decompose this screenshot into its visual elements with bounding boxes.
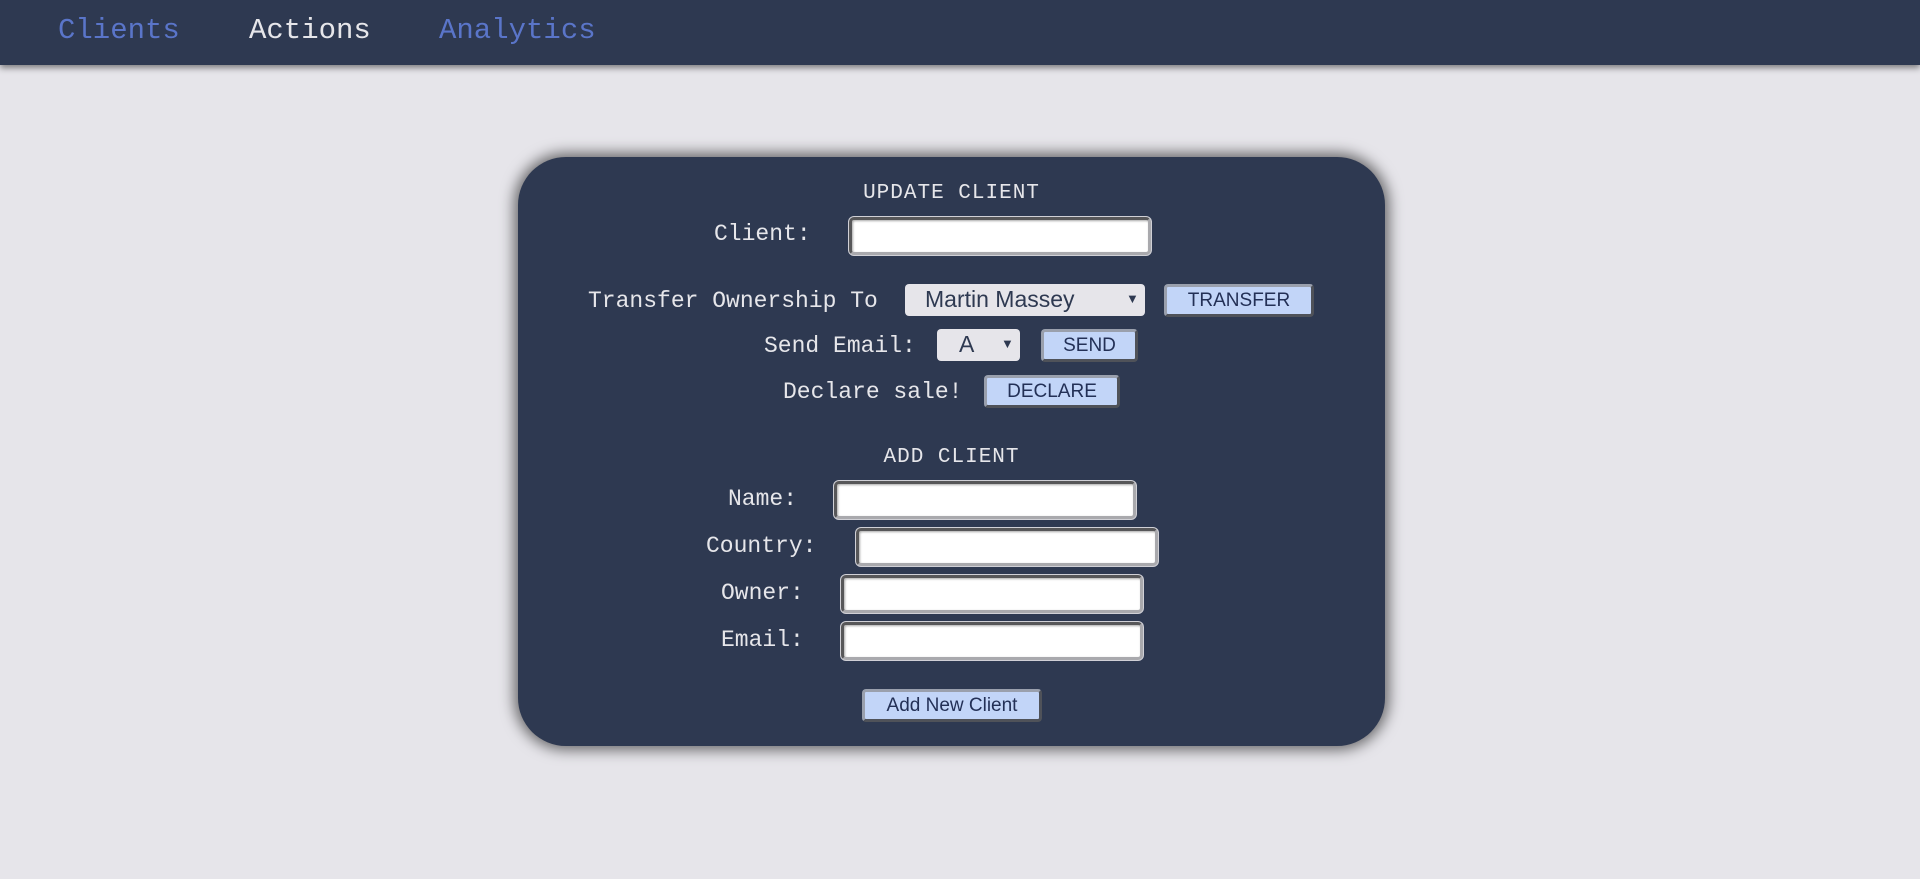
country-input[interactable] (856, 528, 1158, 566)
transfer-owner-selected: Martin Massey (925, 286, 1075, 312)
update-client-heading: UPDATE CLIENT (863, 182, 1040, 205)
email-template-selected: A (959, 331, 975, 357)
email-template-select[interactable]: A ▼ (937, 329, 1020, 361)
actions-panel: UPDATE CLIENT Client: Transfer Ownership… (518, 157, 1385, 746)
name-input[interactable] (834, 481, 1136, 519)
country-label: Country: (706, 533, 817, 559)
transfer-ownership-label: Transfer Ownership To (588, 288, 878, 314)
owner-label: Owner: (721, 580, 804, 606)
send-email-label: Send Email: (764, 333, 916, 359)
add-client-heading: ADD CLIENT (883, 446, 1020, 469)
nav-link-clients[interactable]: Clients (58, 14, 180, 48)
transfer-owner-select[interactable]: Martin Massey ▼ (905, 284, 1145, 316)
declare-sale-label: Declare sale! (783, 379, 963, 405)
name-label: Name: (728, 486, 798, 512)
nav-link-analytics[interactable]: Analytics (439, 14, 596, 48)
nav-link-actions[interactable]: Actions (249, 14, 371, 48)
client-label: Client: (714, 221, 811, 247)
email-input[interactable] (841, 622, 1143, 660)
chevron-down-icon: ▼ (1126, 291, 1139, 306)
add-new-client-button[interactable]: Add New Client (862, 689, 1042, 722)
top-navbar: Clients Actions Analytics (0, 0, 1920, 65)
owner-input[interactable] (841, 575, 1143, 613)
transfer-button[interactable]: TRANSFER (1164, 284, 1314, 317)
email-label: Email: (721, 627, 804, 653)
send-button[interactable]: SEND (1041, 329, 1138, 362)
declare-button[interactable]: DECLARE (984, 375, 1120, 408)
client-input[interactable] (849, 217, 1151, 255)
chevron-down-icon: ▼ (1001, 336, 1014, 351)
